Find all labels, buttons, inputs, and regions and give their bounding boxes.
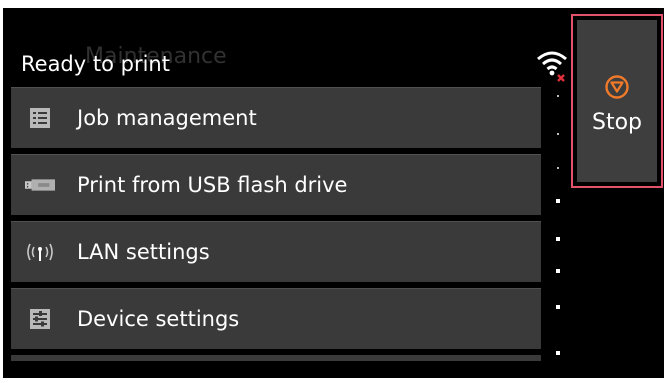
menu-item-print-from-usb[interactable]: Print from USB flash drive — [11, 154, 541, 215]
scroll-dot — [556, 351, 560, 355]
wifi-disconnected-icon — [535, 48, 569, 82]
main-menu: Job management Print from USB flash driv… — [11, 87, 541, 361]
scroll-dot — [556, 199, 560, 203]
menu-item-device-settings[interactable]: Device settings — [11, 288, 541, 349]
antenna-icon — [25, 239, 55, 265]
menu-item-label: Job management — [77, 106, 257, 130]
scroll-dot — [556, 305, 560, 309]
stop-icon — [604, 74, 630, 104]
scroll-dot — [556, 269, 560, 273]
menu-item-label: Device settings — [77, 307, 240, 331]
scroll-dot — [557, 133, 559, 135]
device-settings-icon — [25, 306, 55, 332]
stop-button-highlight: Stop — [571, 14, 663, 188]
status-header: Maintenance Ready to print — [11, 22, 567, 82]
scroll-dot — [557, 95, 559, 97]
scroll-indicator — [553, 87, 563, 367]
menu-item-lan-settings[interactable]: LAN settings — [11, 221, 541, 282]
menu-next-item-peek — [11, 355, 541, 361]
stop-button[interactable]: Stop — [577, 20, 657, 182]
scroll-dot — [556, 237, 560, 241]
menu-item-job-management[interactable]: Job management — [11, 87, 541, 148]
job-management-icon — [25, 105, 55, 131]
stop-label: Stop — [591, 110, 642, 135]
menu-item-label: LAN settings — [77, 240, 210, 264]
menu-item-label: Print from USB flash drive — [77, 173, 348, 197]
scroll-dot — [557, 167, 559, 169]
usb-drive-icon — [25, 172, 55, 198]
printer-panel-screen: Maintenance Ready to print Job managemen… — [3, 8, 664, 378]
page-title: Ready to print — [21, 52, 170, 76]
